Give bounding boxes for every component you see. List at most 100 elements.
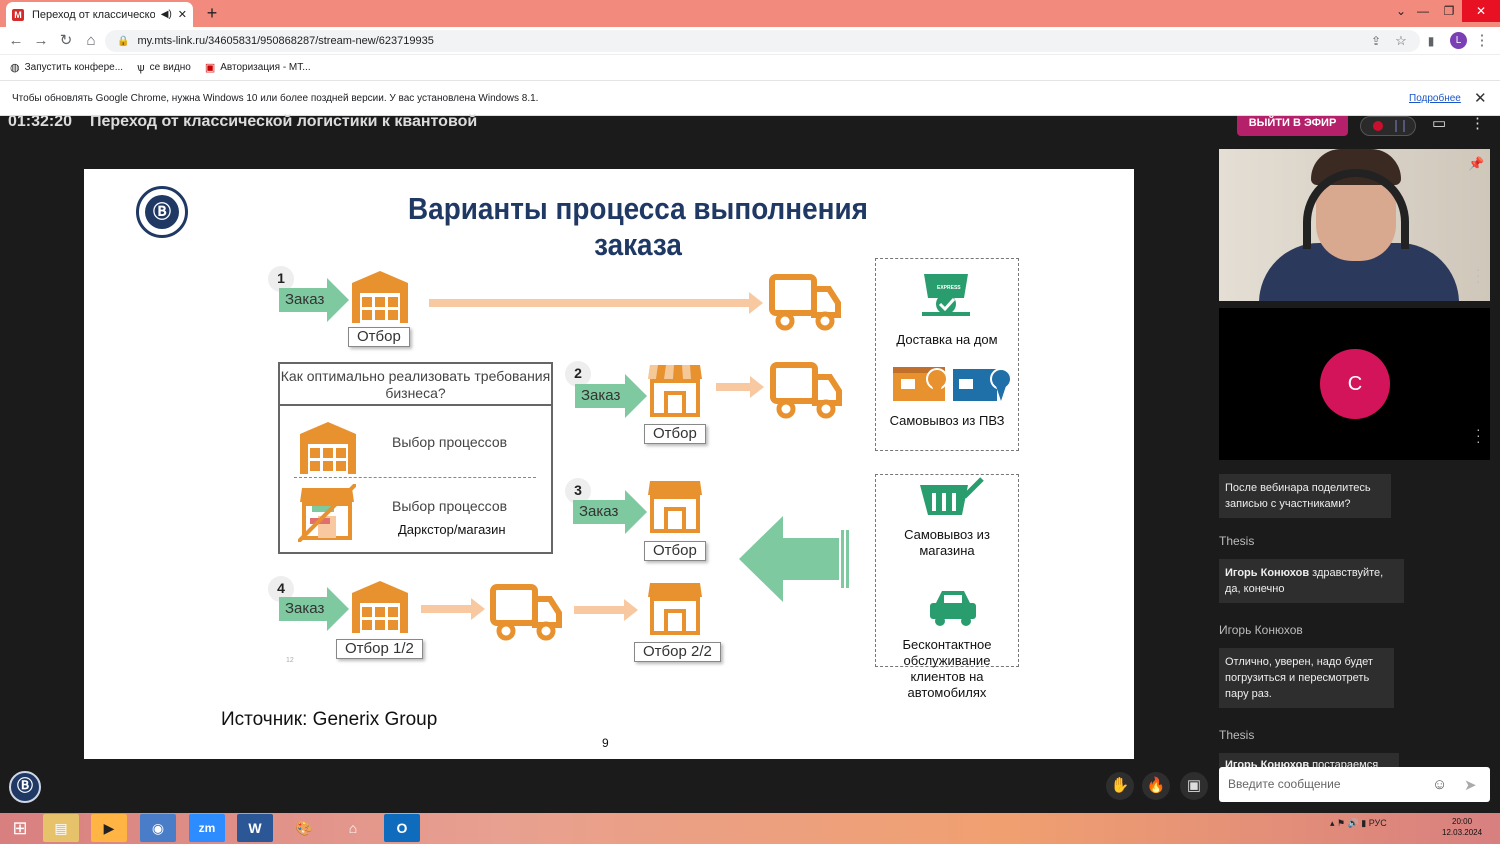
chat-author: Thesis [1219, 534, 1255, 548]
pick-label: Отбор 2/2 [634, 642, 721, 662]
slide-note: 12 [286, 657, 294, 664]
taskbar [0, 813, 1500, 844]
restore-button[interactable]: ❐ [1436, 0, 1462, 22]
service-label: Самовывоз из магазина [904, 527, 990, 558]
raise-hand-icon[interactable]: ✋ [1106, 772, 1134, 800]
new-tab-button[interactable]: + [202, 3, 222, 23]
window-close-button[interactable]: ✕ [1462, 0, 1500, 22]
express-box-icon [922, 274, 970, 316]
shop-icon [648, 583, 702, 635]
infobar-text: Чтобы обновлять Google Chrome, нужна Win… [12, 92, 539, 104]
flow-arrow [429, 292, 763, 314]
url-text: my.mts-link.ru/34605831/950868287/stream… [137, 35, 434, 47]
forward-button[interactable]: → [31, 31, 51, 51]
darkstore-icon [298, 484, 356, 542]
record-icon [1373, 121, 1383, 131]
question-box: Как оптимально реализовать требования би… [278, 362, 553, 554]
participant-avatar: C [1320, 349, 1390, 419]
browser-tab[interactable]: М Переход от классической л ◀) ✕ [6, 2, 193, 27]
mts-icon: ▣ [204, 62, 216, 74]
warehouse-icon [300, 422, 356, 474]
media-player-icon[interactable]: ▶ [91, 814, 127, 842]
reload-button[interactable]: ↻ [56, 31, 76, 51]
presentation-slide: Ⓑ Варианты процесса выполнения заказа 1 … [84, 169, 1134, 759]
minimize-button[interactable]: — [1410, 0, 1436, 22]
chat-author: Thesis [1219, 728, 1255, 742]
chrome-icon[interactable]: ◉ [140, 814, 176, 842]
express-label: EXPRESS [937, 285, 961, 291]
speaker-video[interactable] [1219, 149, 1490, 301]
chat-message: Отлично, уверен, надо будет погрузиться … [1219, 648, 1394, 708]
tab-strip [0, 0, 1500, 27]
address-row: ← → ↻ ⌂ 🔒 my.mts-link.ru/34605831/950868… [0, 27, 1500, 55]
url-bar[interactable]: 🔒 my.mts-link.ru/34605831/950868287/stre… [105, 30, 1420, 52]
explorer-icon[interactable]: ▤ [43, 814, 79, 842]
hse-logo-icon: Ⓑ [9, 771, 41, 803]
webinar-menu-icon[interactable]: ⋮ [1470, 114, 1485, 132]
tab-close-icon[interactable]: ✕ [178, 8, 187, 21]
clock[interactable]: 20:00 12.03.2024 [1442, 816, 1482, 838]
bookmark-star-icon[interactable]: ☆ [1391, 31, 1411, 51]
question-text: Как оптимально реализовать требования би… [280, 364, 551, 406]
tab-audio-icon[interactable]: ◀) [161, 9, 172, 20]
bookmarks-bar: ◍ Запустить конфере... ѱ се видно ▣ Авториз… [0, 55, 1500, 80]
basket-icon [920, 477, 984, 515]
order-arrow: Заказ [279, 587, 349, 631]
chat-input[interactable]: Введите сообщение [1219, 767, 1490, 802]
truck-icon [490, 584, 562, 641]
outlook-icon[interactable]: O [384, 814, 420, 842]
chat-message: Игорь Конюхов постараемся [1219, 753, 1399, 767]
word-icon[interactable]: W [237, 814, 273, 842]
reaction-icon[interactable]: 🔥 [1142, 772, 1170, 800]
chat-icon[interactable]: ▭ [1432, 114, 1446, 132]
globe-icon: ◍ [10, 62, 20, 74]
hse-logo-icon: Ⓑ [136, 186, 188, 238]
flow-arrow [574, 599, 638, 621]
order-arrow: Заказ [279, 278, 349, 322]
service-label: Доставка на дом [896, 332, 998, 347]
pin-icon[interactable]: 📌 [1468, 156, 1484, 172]
truck-icon [770, 362, 842, 419]
back-button[interactable]: ← [6, 31, 26, 51]
flow-arrow [421, 598, 485, 620]
home-app-icon[interactable]: ⌂ [335, 814, 371, 842]
profile-avatar[interactable]: L [1450, 32, 1467, 49]
car-icon [930, 591, 976, 626]
paint-icon[interactable]: 🎨 [286, 814, 322, 842]
chat-author: Игорь Конюхов [1219, 623, 1303, 637]
warehouse-icon [352, 271, 408, 323]
share-icon[interactable]: ⇪ [1366, 31, 1386, 51]
tab-title: Переход от классической л [32, 8, 155, 21]
infobar-more-link[interactable]: Подробнее [1409, 93, 1461, 104]
video-menu-icon[interactable]: · · · [1476, 262, 1482, 288]
webinar-title: Переход от классической логистики к кван… [90, 113, 478, 130]
chrome-menu-icon[interactable]: ⋮ [1472, 31, 1492, 51]
send-icon[interactable]: ➤ [1464, 776, 1477, 794]
system-tray[interactable]: ▴ ⚑ 🔊 ▮ РУС [1330, 818, 1387, 829]
infobar-close-icon[interactable]: ✕ [1474, 89, 1487, 107]
record-toggle[interactable] [1360, 116, 1416, 136]
pick-label: Отбор [644, 424, 706, 444]
order-arrow: Заказ [575, 374, 647, 418]
choice-label: Выбор процессов [392, 498, 508, 514]
bookmark-item[interactable]: ◍ Запустить конфере... [10, 61, 123, 74]
service-label: Бесконтактное обслуживание клиентов на а… [902, 637, 992, 700]
bookmark-item[interactable]: ѱ се видно [137, 62, 191, 74]
zoom-icon[interactable]: zm [189, 814, 225, 842]
service-label: Самовывоз из ПВЗ [889, 413, 1005, 428]
choice-label: Выбор процессов [392, 434, 508, 450]
home-button[interactable]: ⌂ [81, 31, 101, 51]
layout-icon[interactable]: ▣ [1180, 772, 1208, 800]
side-panel-icon[interactable]: ▮ [1421, 31, 1441, 51]
mts-favicon-icon: М [12, 8, 24, 21]
truck-icon [769, 274, 841, 331]
emoji-icon[interactable]: ☺ [1432, 776, 1447, 793]
webinar-timer: 01:32:20 [8, 113, 73, 130]
go-live-button[interactable]: ВЫЙТИ В ЭФИР [1237, 116, 1348, 136]
bookmark-item[interactable]: ▣ Авторизация - МТ... [205, 61, 311, 74]
pickup-point-icon [893, 367, 1012, 401]
warehouse-icon [352, 581, 408, 633]
divider [294, 477, 536, 478]
video-menu-icon[interactable]: · · · [1476, 422, 1482, 448]
windows-start-icon[interactable]: ⊞ [2, 814, 38, 842]
